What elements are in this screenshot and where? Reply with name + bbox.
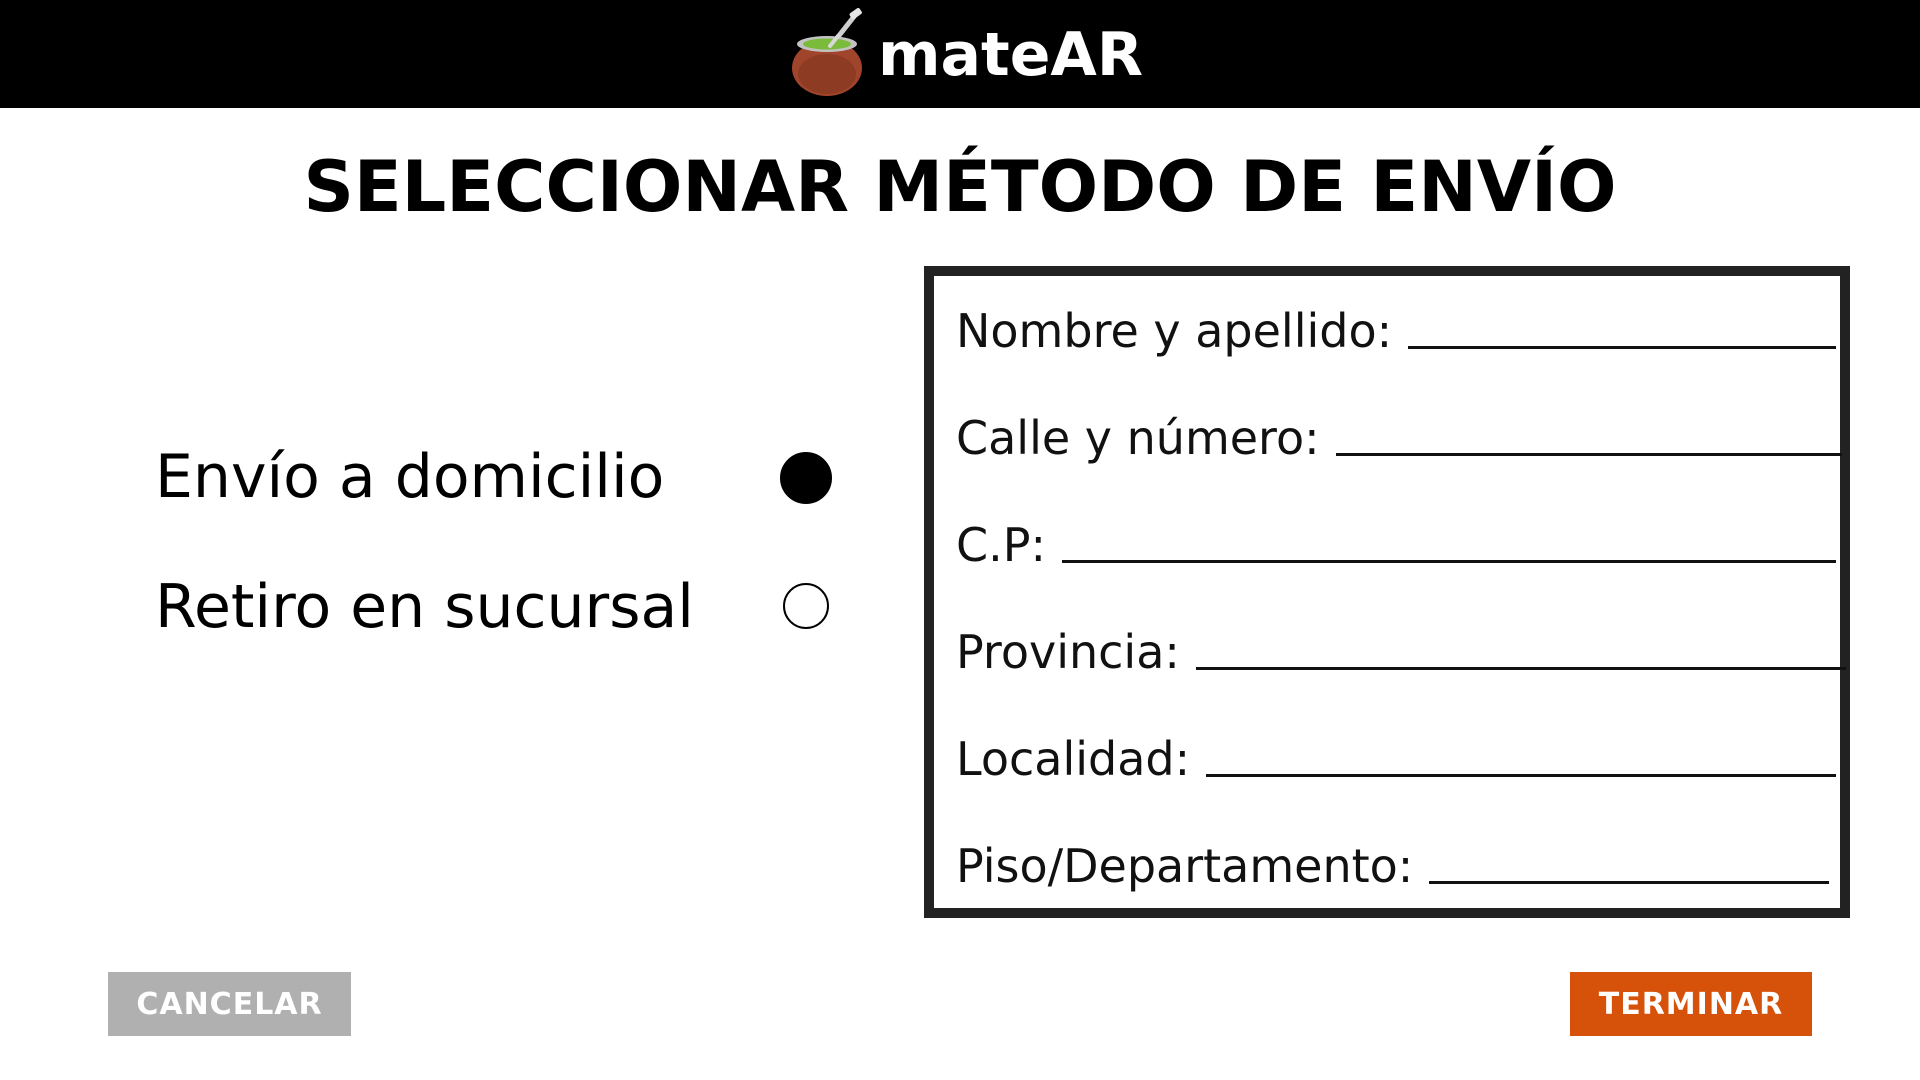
option-label-home-delivery: Envío a domicilio <box>155 442 665 512</box>
field-label: Calle y número: <box>956 411 1320 465</box>
field-label: Piso/Departamento: <box>956 839 1414 893</box>
field-full-name[interactable]: Nombre y apellido: <box>956 301 1837 361</box>
field-label: Provincia: <box>956 625 1180 679</box>
brand[interactable]: mateAR <box>790 8 1143 100</box>
field-line-street[interactable] <box>1335 453 1842 456</box>
radio-store-pickup[interactable] <box>783 583 829 629</box>
field-postal-code[interactable]: C.P: <box>956 515 1836 575</box>
field-line-locality[interactable] <box>1206 774 1837 777</box>
field-locality[interactable]: Localidad: <box>956 729 1837 789</box>
cancel-button[interactable]: CANCELAR <box>108 972 351 1036</box>
field-label: Localidad: <box>956 732 1191 786</box>
field-label: C.P: <box>956 518 1046 572</box>
field-line-floor-apartment[interactable] <box>1429 881 1830 884</box>
page-title: SELECCIONAR MÉTODO DE ENVÍO <box>303 146 1617 228</box>
mate-gourd-icon <box>792 8 862 96</box>
address-form: Nombre y apellido: Calle y número: C.P: … <box>924 266 1850 918</box>
field-line-full-name[interactable] <box>1408 346 1837 349</box>
brand-name: mateAR <box>878 20 1144 90</box>
option-label-store-pickup: Retiro en sucursal <box>155 572 694 642</box>
finish-button[interactable]: TERMINAR <box>1570 972 1812 1036</box>
field-label: Nombre y apellido: <box>956 304 1393 358</box>
radio-home-delivery[interactable] <box>780 452 832 504</box>
field-floor-apartment[interactable]: Piso/Departamento: <box>956 836 1830 896</box>
field-street[interactable]: Calle y número: <box>956 408 1842 468</box>
field-line-postal-code[interactable] <box>1061 560 1836 563</box>
top-bar: mateAR <box>0 0 1920 108</box>
field-province[interactable]: Provincia: <box>956 622 1846 682</box>
field-line-province[interactable] <box>1195 667 1846 670</box>
